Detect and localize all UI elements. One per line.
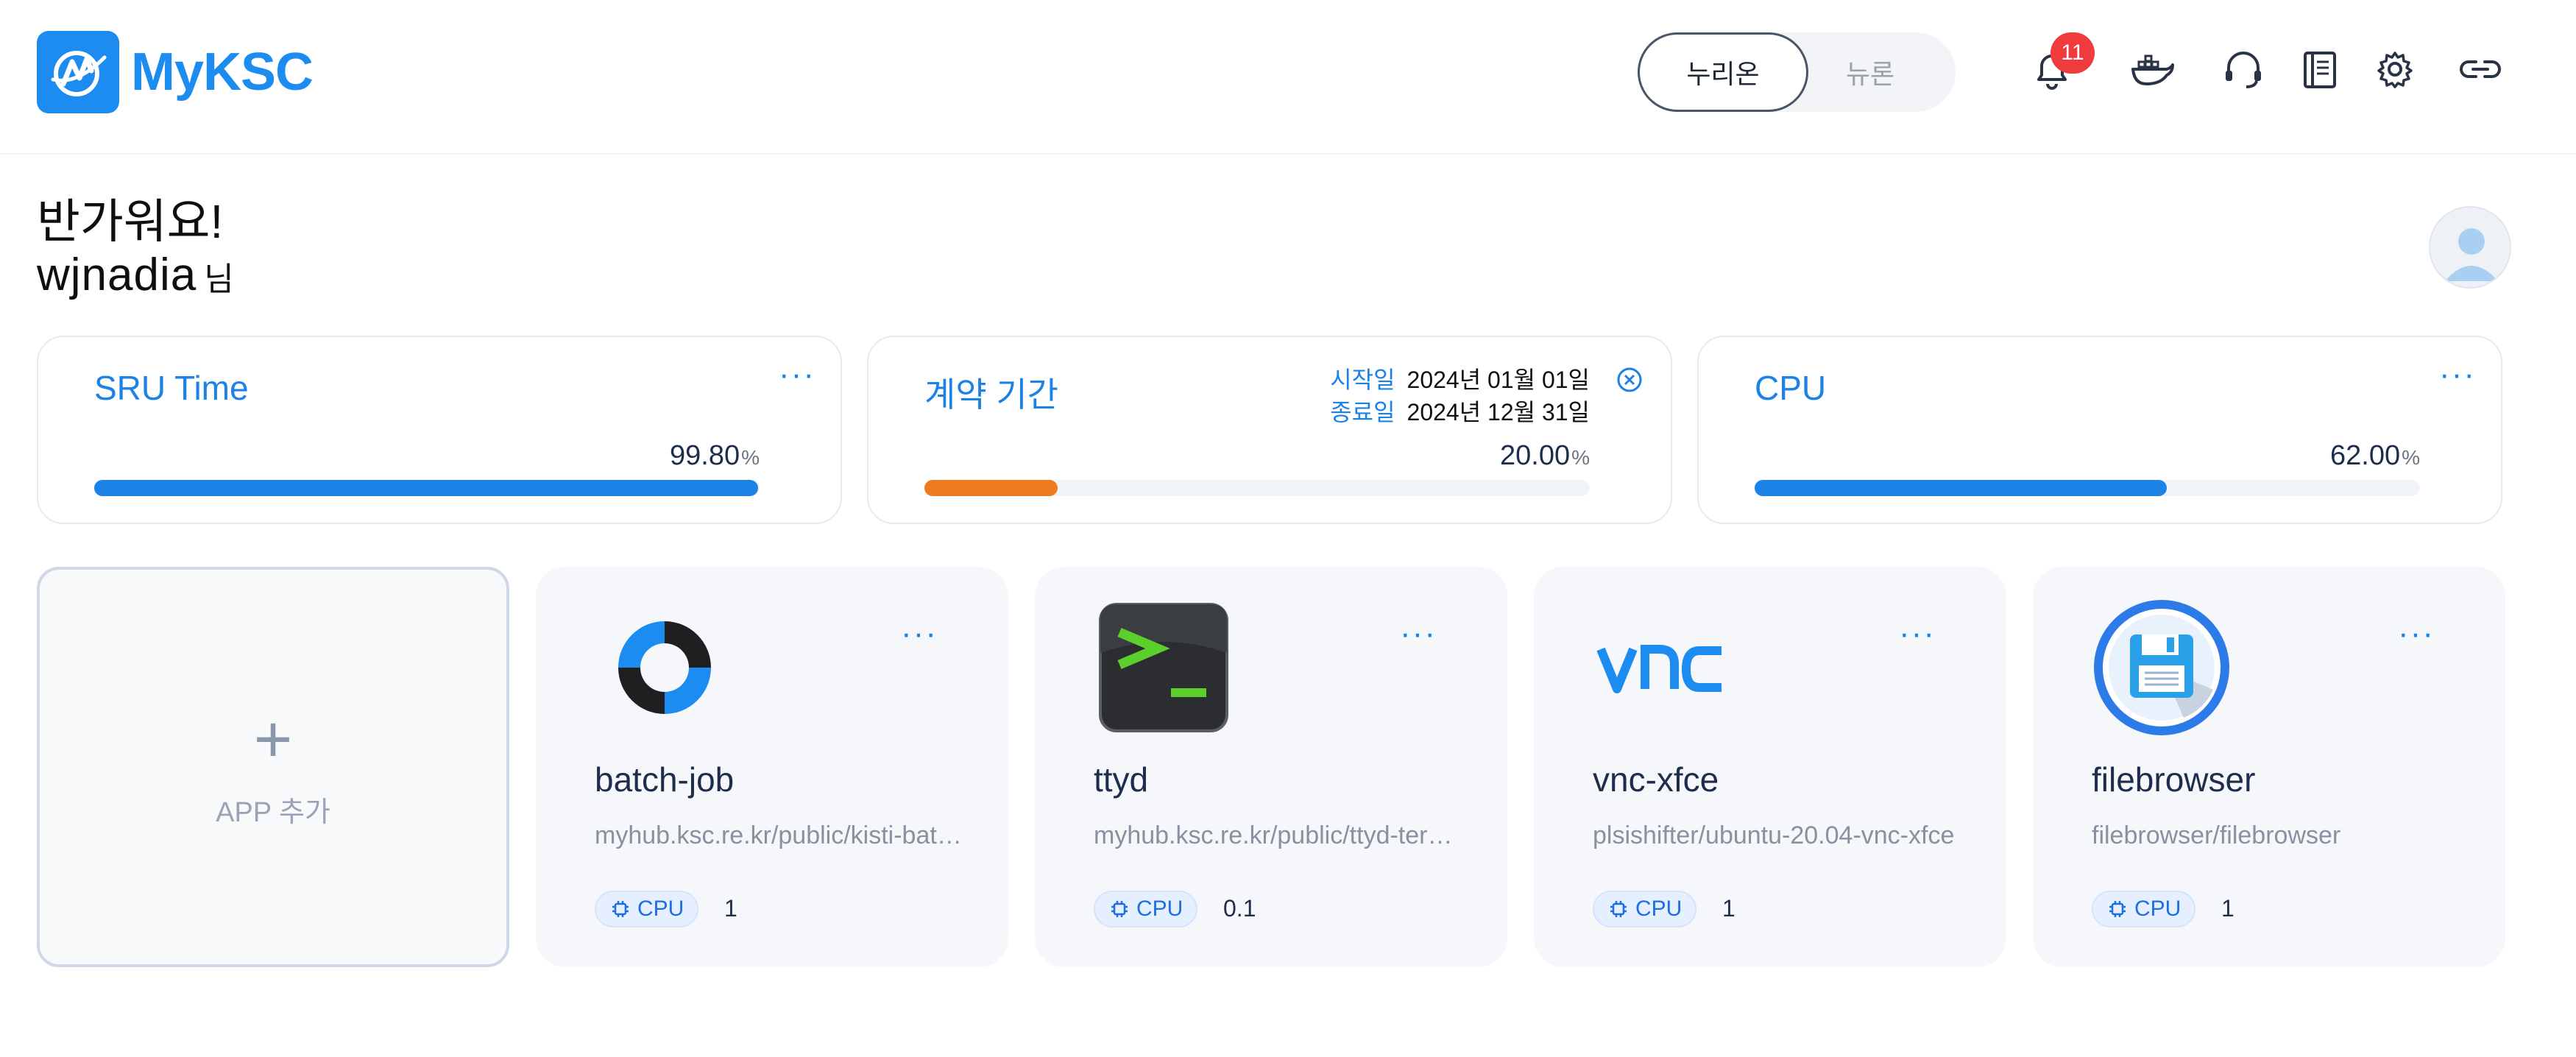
- headset-icon: [2226, 52, 2261, 88]
- cpu-value: 1: [724, 895, 737, 922]
- avatar[interactable]: [2429, 206, 2511, 289]
- cpu-icon: [612, 901, 629, 917]
- start-label: 시작일: [1330, 367, 1395, 393]
- terminal-icon: [1094, 598, 1234, 738]
- app-image: myhub.ksc.re.kr/public/kisti-batch-job: [595, 821, 963, 849]
- toggle-nurion[interactable]: 누리온: [1638, 32, 1808, 112]
- stat-card-sru-time: SRU Time ··· 99.80%: [37, 336, 842, 524]
- cpu-chip: CPU: [1593, 891, 1697, 927]
- app-card-batch-job[interactable]: ··· batch-job myhub.ksc.re.kr/public/kis…: [536, 567, 1008, 967]
- stat-title: 계약 기간: [924, 375, 1059, 414]
- app-image: plsishifter/ubuntu-20.04-vnc-xfce: [1593, 821, 1955, 849]
- gear-icon: [2377, 52, 2413, 88]
- start-date: 2024년 01월 01일: [1406, 367, 1590, 393]
- progress-fill: [924, 480, 1058, 496]
- cpu-icon: [2109, 901, 2126, 917]
- cpu-icon: [1610, 901, 1627, 917]
- app-card-vnc-xfce[interactable]: ··· vnc-xfce plsishifter/ubuntu-20.04-vn…: [1534, 567, 2006, 967]
- logo-mark-icon: [37, 31, 119, 113]
- stat-value: 99.80%: [670, 440, 760, 471]
- username: wjnadia: [37, 250, 197, 300]
- more-button[interactable]: ···: [2398, 615, 2435, 652]
- toggle-neuron[interactable]: 뉴론: [1785, 32, 1956, 112]
- app-name: filebrowser: [2092, 760, 2256, 799]
- app-name: batch-job: [595, 760, 735, 799]
- link-button[interactable]: [2454, 43, 2507, 96]
- greeting-title: 반가워요!: [37, 195, 224, 248]
- honorific: 님: [204, 261, 234, 297]
- stat-title: CPU: [1755, 369, 1827, 407]
- docs-button[interactable]: [2293, 43, 2346, 96]
- more-button[interactable]: ···: [901, 615, 938, 652]
- end-label: 종료일: [1330, 399, 1395, 425]
- cpu-value: 0.1: [1223, 895, 1256, 922]
- docker-icon: [2131, 54, 2174, 85]
- app-card-filebrowser[interactable]: ··· filebrowser filebrowser/filebrowser …: [2033, 567, 2505, 967]
- progress-track: [94, 480, 760, 496]
- stat-card-cpu: CPU ··· 62.00%: [1697, 336, 2502, 524]
- more-button[interactable]: ···: [1899, 615, 1936, 652]
- greeting-user: wjnadia 님: [37, 249, 234, 301]
- cpu-chip: CPU: [1094, 891, 1198, 927]
- docker-button[interactable]: [2126, 43, 2179, 96]
- settings-button[interactable]: [2368, 43, 2421, 96]
- app-name: vnc-xfce: [1593, 760, 1719, 799]
- cpu-value: 1: [1722, 895, 1735, 922]
- more-button[interactable]: ···: [1400, 615, 1437, 652]
- batch-job-icon: [595, 598, 735, 738]
- link-icon: [2460, 60, 2501, 78]
- contract-dates: 시작일 2024년 01월 01일 종료일 2024년 12월 31일: [1330, 364, 1590, 428]
- plus-icon: +: [253, 703, 293, 777]
- progress-fill: [1755, 480, 2168, 496]
- end-date: 2024년 12월 31일: [1406, 399, 1590, 425]
- app-name: ttyd: [1094, 760, 1149, 799]
- progress-fill: [94, 480, 759, 496]
- stat-card-contract-period: 계약 기간 시작일 2024년 01월 01일 종료일 2024년 12월 31일 …: [867, 336, 1672, 524]
- logo[interactable]: MyKSC: [37, 31, 314, 113]
- logo-text: MyKSC: [131, 43, 314, 102]
- more-button[interactable]: ···: [2439, 356, 2476, 393]
- vnc-icon: [1593, 598, 1733, 738]
- stat-title: SRU Time: [94, 369, 249, 407]
- cpu-value: 1: [2221, 895, 2234, 922]
- notification-badge: 11: [2050, 32, 2095, 74]
- notebook-icon: [2304, 52, 2336, 88]
- more-button[interactable]: ···: [779, 356, 815, 393]
- add-app-button[interactable]: + APP 추가: [37, 567, 509, 967]
- stat-value: 20.00%: [1500, 440, 1590, 471]
- progress-track: [924, 480, 1590, 496]
- close-circle-icon: [1617, 367, 1642, 392]
- close-circle-button[interactable]: [1616, 367, 1643, 393]
- stat-value: 62.00%: [2330, 440, 2420, 471]
- notification-button[interactable]: 11: [2025, 32, 2095, 96]
- app-card-ttyd[interactable]: ··· ttyd myhub.ksc.re.kr/public/ttyd-ter…: [1035, 567, 1507, 967]
- cpu-icon: [1111, 901, 1128, 917]
- add-app-label: APP 추가: [216, 797, 330, 828]
- cpu-chip: CPU: [595, 891, 699, 927]
- cpu-chip: CPU: [2092, 891, 2196, 927]
- top-header: MyKSC 뉴론 누리온 11: [0, 0, 2576, 155]
- app-image: filebrowser/filebrowser: [2092, 821, 2341, 849]
- progress-track: [1755, 480, 2420, 496]
- app-image: myhub.ksc.re.kr/public/ttyd-terminal: [1094, 821, 1462, 849]
- floppy-disk-icon: [2092, 598, 2232, 738]
- user-avatar-icon: [2445, 228, 2498, 281]
- support-button[interactable]: [2217, 43, 2270, 96]
- system-toggle: 뉴론 누리온: [1638, 32, 1956, 112]
